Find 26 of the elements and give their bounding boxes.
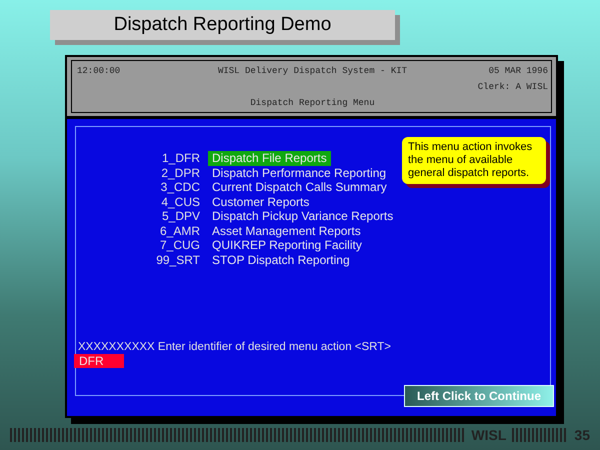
menu-code: 4_CUS (161, 194, 200, 209)
menu-code: 5_DPV (162, 209, 200, 224)
page-number: 35 (574, 427, 590, 443)
menu-item[interactable]: STOP Dispatch Reporting (208, 252, 354, 267)
slide-title: Dispatch Reporting Demo (50, 10, 395, 40)
clerk-label: Clerk: A WISL (478, 82, 548, 92)
menu-code: 6_AMR (160, 224, 200, 238)
system-title: WISL Delivery Dispatch System - KIT (218, 66, 408, 76)
menu-item[interactable]: Dispatch Pickup Variance Reports (208, 209, 398, 224)
menu-code: 1_DFR (162, 151, 200, 166)
menu-item[interactable]: Current Dispatch Calls Summary (208, 180, 391, 194)
brand-text: WISL (471, 427, 506, 443)
menu-item[interactable]: Dispatch Performance Reporting (208, 166, 390, 180)
menu-code: 2_DPR (161, 166, 200, 180)
menu-code: 3_CDC (160, 180, 200, 194)
continue-button[interactable]: Left Click to Continue (404, 385, 554, 407)
tooltip-callout: This menu action invokes the menu of available general dispatch reports. (402, 137, 546, 184)
clock-time: 12:00:00 (77, 66, 122, 76)
menu-item[interactable]: Customer Reports (208, 194, 314, 209)
menu-item[interactable]: Asset Management Reports (208, 224, 365, 238)
menu-title: Dispatch Reporting Menu (250, 98, 375, 108)
date-text: 05 MAR 1996 (488, 66, 548, 76)
menu-code: 7_CUG (160, 238, 200, 252)
menu-code: 99_SRT (156, 252, 200, 267)
menu-item[interactable]: QUIKREP Reporting Facility (208, 238, 366, 252)
prompt-text: XXXXXXXXXX Enter identifier of desired menu action <SRT> (78, 341, 392, 353)
